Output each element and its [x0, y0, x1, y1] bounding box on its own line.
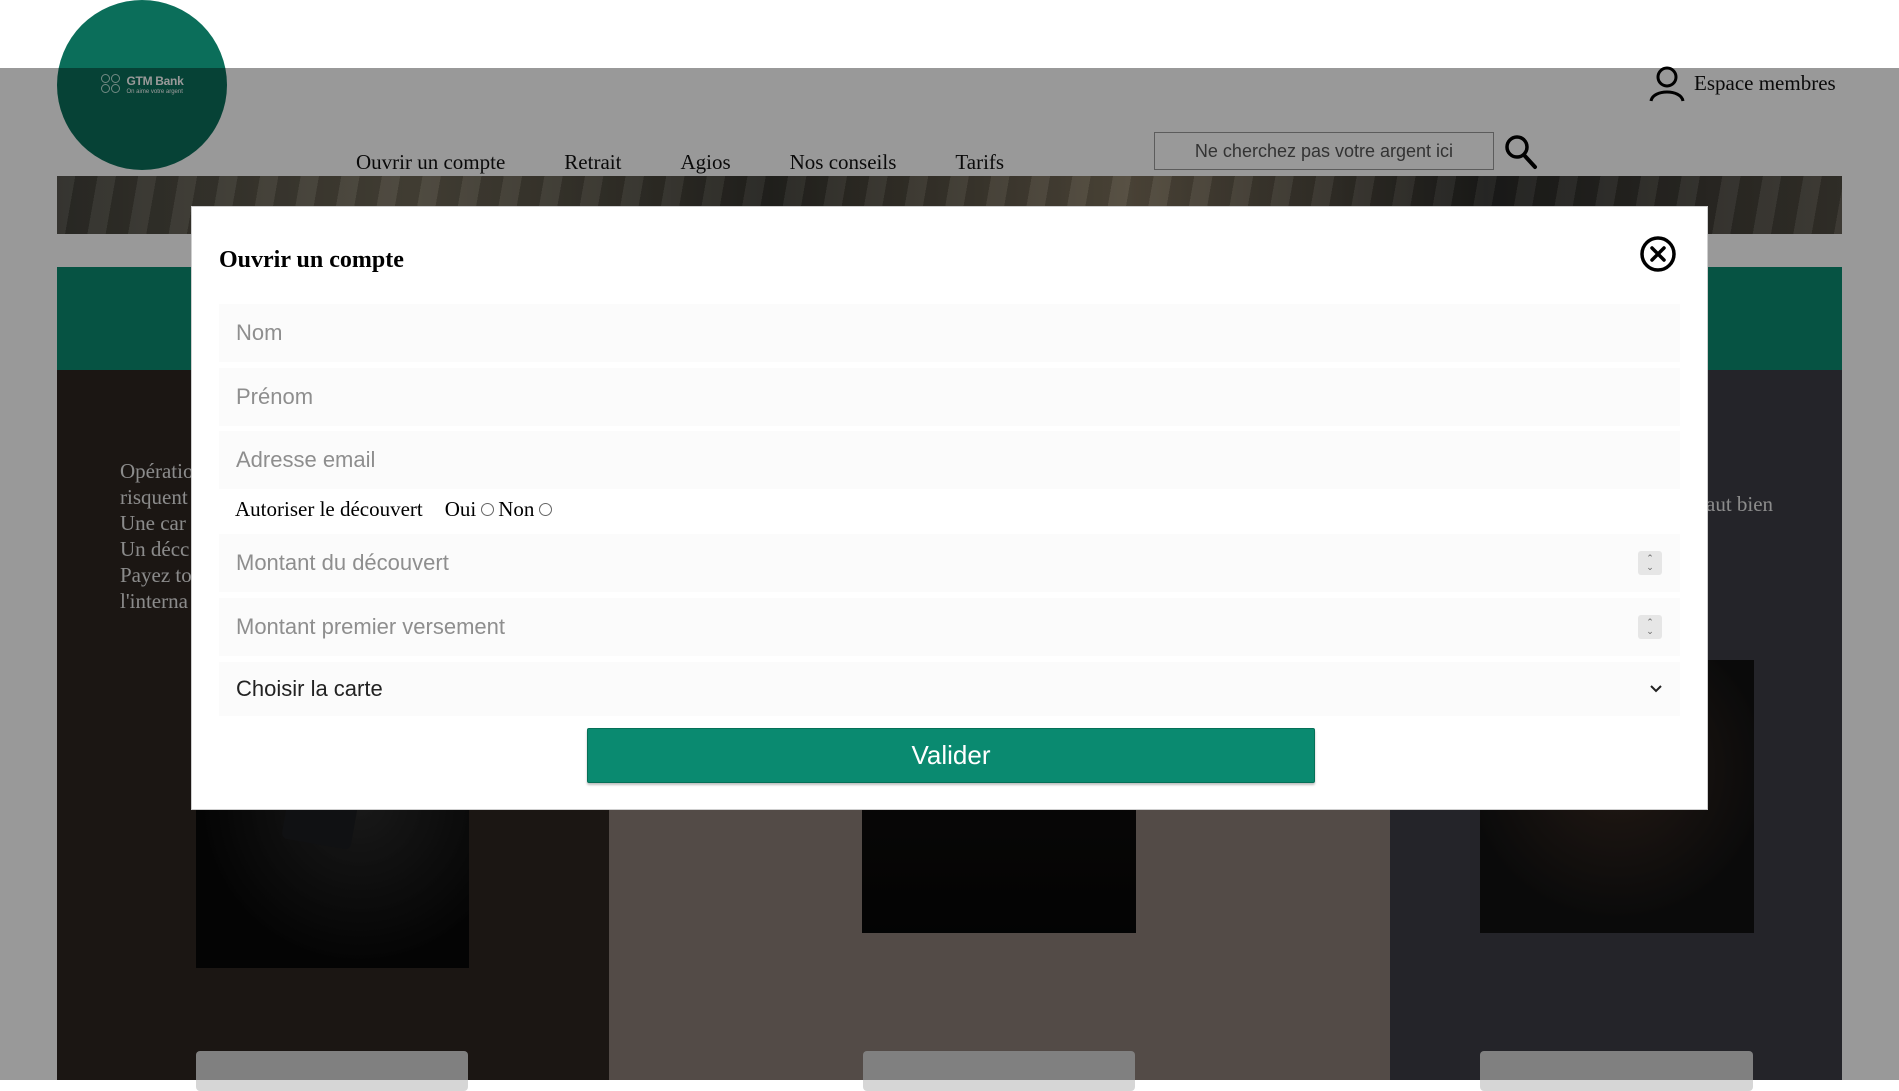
open-account-modal: Ouvrir un compte Autoriser le découvert …	[191, 206, 1708, 810]
card-select-value: Choisir la carte	[236, 676, 383, 701]
overdraft-amount-field[interactable]	[219, 534, 1680, 592]
overdraft-yes-label: Oui	[444, 497, 477, 521]
number-stepper[interactable]: ⌃ ⌄	[1638, 615, 1662, 639]
close-circle-icon	[1640, 236, 1676, 272]
first-deposit-wrapper: ⌃⌄	[219, 598, 1680, 656]
first-name-field[interactable]	[219, 368, 1680, 426]
overdraft-yes-radio[interactable]	[481, 503, 495, 516]
close-button[interactable]	[1639, 235, 1677, 273]
modal-title: Ouvrir un compte	[219, 247, 404, 273]
number-stepper[interactable]: ⌃ ⌄	[1638, 551, 1662, 575]
overdraft-choice: Autoriser le découvert Oui Non	[235, 497, 556, 522]
last-name-field[interactable]	[219, 304, 1680, 362]
overdraft-amount-wrapper: ⌃⌄	[219, 534, 1680, 592]
chevron-down-icon	[1650, 685, 1662, 693]
card-select[interactable]: Choisir la carte	[219, 662, 1680, 716]
submit-button[interactable]: Valider	[587, 728, 1315, 783]
first-deposit-field[interactable]	[219, 598, 1680, 656]
overdraft-no-label: Non	[498, 497, 535, 521]
overdraft-label: Autoriser le découvert	[235, 497, 423, 521]
overdraft-no-radio[interactable]	[539, 503, 553, 516]
email-field[interactable]	[219, 431, 1680, 489]
